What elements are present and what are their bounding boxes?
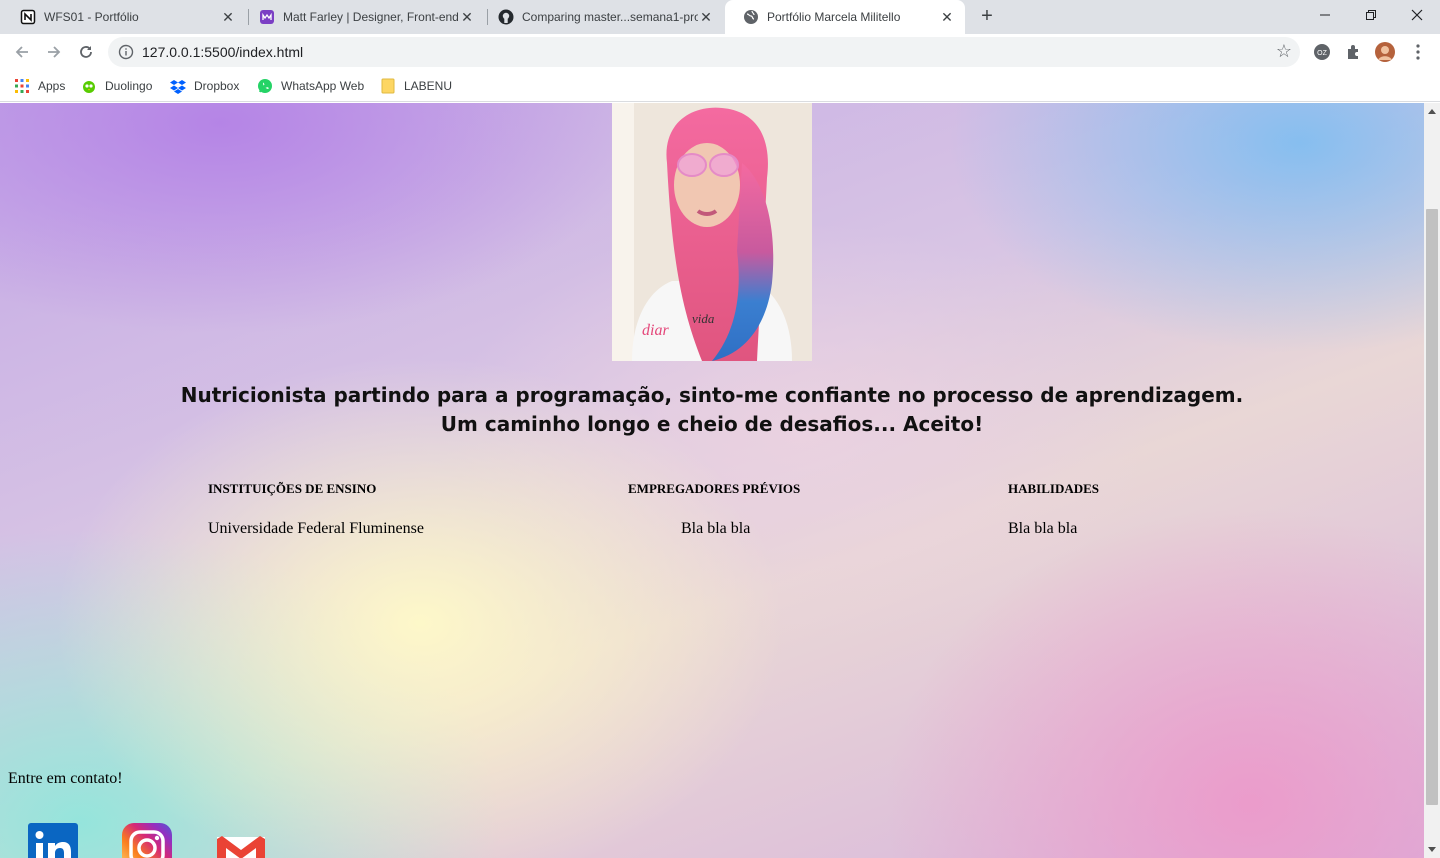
bookmark-folder-labenu[interactable]: LABENU [380, 76, 452, 96]
page-viewport: diar vida Nutricionista partindo para a … [0, 103, 1424, 858]
contact-heading: Entre em contato! [8, 770, 123, 787]
kebab-menu-icon[interactable] [1407, 41, 1429, 63]
restore-icon [1366, 10, 1376, 20]
close-tab-icon[interactable]: ✕ [698, 9, 714, 25]
profile-photo: diar vida [612, 103, 812, 361]
education-text: Universidade Federal Fluminense [208, 520, 424, 537]
instagram-link[interactable] [122, 823, 172, 858]
notion-icon [20, 9, 36, 25]
bio-text: Nutricionista partindo para a programaçã… [0, 381, 1424, 439]
svg-text:vida: vida [692, 311, 715, 326]
bookmark-dropbox[interactable]: Dropbox [170, 76, 239, 96]
reload-icon [80, 46, 92, 58]
folder-icon [380, 78, 396, 94]
gmail-icon [217, 836, 265, 858]
scroll-up-arrow-icon[interactable] [1428, 109, 1436, 114]
tab-title: Comparing master...semana1-pro [522, 10, 698, 24]
bookmark-label: Duolingo [105, 79, 153, 93]
bookmark-label: Dropbox [194, 79, 240, 93]
arrow-right-icon [48, 46, 61, 58]
employers-heading: EMPREGADORES PRÉVIOS [628, 481, 801, 496]
scroll-down-arrow-icon[interactable] [1428, 847, 1436, 852]
url-text[interactable]: 127.0.0.1:5500/index.html [142, 44, 303, 60]
instagram-icon [122, 823, 172, 858]
tab-title: Matt Farley | Designer, Front-end [283, 10, 459, 24]
linkedin-icon [28, 823, 78, 858]
forward-button[interactable] [40, 38, 68, 66]
bio-line-2: Um caminho longo e cheio de desafios... … [440, 412, 984, 436]
duolingo-icon [81, 78, 97, 94]
close-tab-icon[interactable]: ✕ [939, 9, 955, 25]
bookmarks-bar: Apps Duolingo Dropbox WhatsApp Web LABEN… [0, 70, 1440, 102]
browser-toolbar: 127.0.0.1:5500/index.html ☆ OZ [0, 34, 1440, 70]
back-button[interactable] [8, 38, 36, 66]
svg-text:diar: diar [642, 322, 669, 339]
close-window-button[interactable] [1394, 0, 1440, 30]
dropbox-icon [170, 78, 186, 94]
svg-text:OZ: OZ [1317, 50, 1327, 57]
apps-grid-icon [14, 78, 30, 94]
skills-heading: HABILIDADES [1008, 481, 1100, 496]
bio-line-1: Nutricionista partindo para a programaçã… [180, 383, 1244, 407]
bookmark-label: LABENU [404, 79, 453, 93]
profile-avatar[interactable] [1374, 41, 1396, 63]
address-bar[interactable]: 127.0.0.1:5500/index.html ☆ [108, 37, 1300, 67]
extension-badge-icon[interactable]: OZ [1311, 41, 1333, 63]
gmail-link[interactable] [215, 823, 267, 858]
tab-github-compare[interactable]: Comparing master...semana1-pro ✕ [480, 0, 724, 34]
scrollbar-thumb[interactable] [1426, 209, 1438, 805]
tab-title: WFS01 - Portfólio [44, 10, 139, 24]
bookmark-apps[interactable]: Apps [14, 76, 65, 96]
arrow-left-icon [15, 46, 28, 58]
linkedin-link[interactable] [28, 823, 78, 858]
bookmark-whatsapp[interactable]: WhatsApp Web [257, 76, 364, 96]
bookmark-star-icon[interactable]: ☆ [1276, 41, 1292, 62]
close-icon [1411, 9, 1423, 21]
tab-wfs01[interactable]: WFS01 - Portfólio ✕ [2, 0, 246, 34]
bookmark-duolingo[interactable]: Duolingo [81, 76, 152, 96]
bookmark-label: Apps [38, 79, 66, 93]
info-icon[interactable] [118, 44, 134, 60]
mf-logo-icon [259, 9, 275, 25]
puzzle-extensions-icon[interactable] [1343, 41, 1365, 63]
close-tab-icon[interactable]: ✕ [459, 9, 475, 25]
tab-portfolio[interactable]: Portfólio Marcela Militello ✕ [725, 0, 965, 34]
restore-button[interactable] [1348, 0, 1394, 30]
whatsapp-icon [257, 78, 273, 94]
bookmark-label: WhatsApp Web [281, 79, 365, 93]
github-icon [498, 9, 514, 25]
tab-title: Portfólio Marcela Militello [767, 10, 901, 24]
education-heading: INSTITUIÇÕES DE ENSINO [208, 481, 377, 496]
tab-matt-farley[interactable]: Matt Farley | Designer, Front-end ✕ [241, 0, 485, 34]
skills-text: Bla bla bla [1008, 520, 1078, 537]
page-scrollbar[interactable] [1424, 103, 1440, 858]
new-tab-button[interactable]: + [976, 5, 998, 27]
close-tab-icon[interactable]: ✕ [220, 9, 236, 25]
reload-button[interactable] [72, 38, 100, 66]
minimize-icon [1320, 14, 1330, 16]
globe-icon [743, 9, 759, 25]
minimize-button[interactable] [1302, 0, 1348, 30]
tab-strip: WFS01 - Portfólio ✕ Matt Farley | Design… [0, 0, 1440, 34]
employers-text: Bla bla bla [681, 520, 751, 537]
